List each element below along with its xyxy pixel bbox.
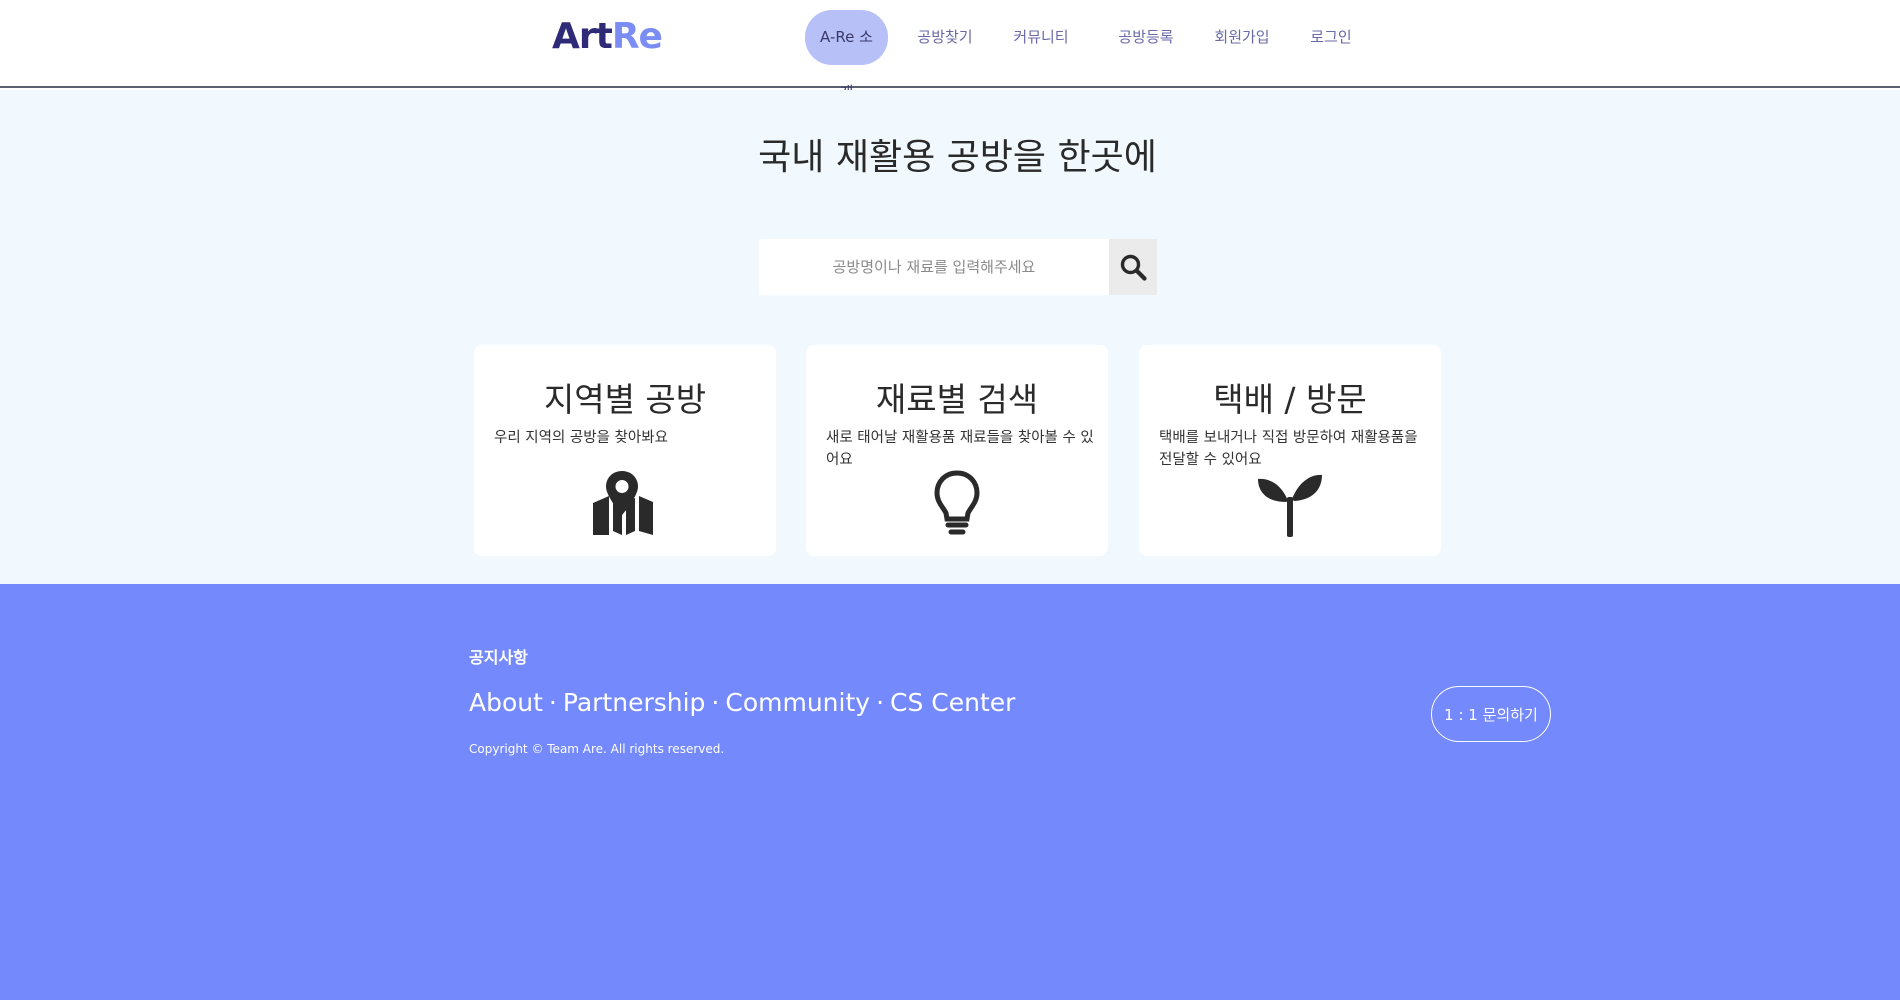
card-title: 지역별 공방 xyxy=(543,380,707,419)
card-title: 재료별 검색 xyxy=(875,380,1039,419)
footer-link-partnership[interactable]: Partnership xyxy=(563,688,706,717)
nav-item-community[interactable]: 커뮤니티 xyxy=(1008,10,1074,65)
nav-item-find-workshop[interactable]: 공방찾기 xyxy=(912,10,978,65)
search-button[interactable] xyxy=(1109,239,1157,295)
footer-link-separator: · xyxy=(548,688,557,717)
hero-title: 국내 재활용 공방을 한곳에 xyxy=(758,137,1157,178)
card-delivery-visit[interactable]: 택배 / 방문 택배를 보내거나 직접 방문하여 재활용품을 전달할 수 있어요 xyxy=(1139,345,1441,556)
card-description: 새로 태어날 재활용품 재료들을 찾아볼 수 있어요 xyxy=(826,430,1094,468)
footer-link-about[interactable]: About xyxy=(469,688,543,717)
logo-art: Art xyxy=(552,16,613,57)
copyright-text: Copyright © Team Are. All rights reserve… xyxy=(469,742,725,756)
hero-section: 국내 재활용 공방을 한곳에 지역별 공방 우리 지역의 공방을 찾아봐요 재료… xyxy=(0,90,1900,584)
site-header: ArtRe A-Re 소개 공방찾기 커뮤니티 공방등록 회원가입 로그인 xyxy=(0,0,1900,101)
card-title: 택배 / 방문 xyxy=(1213,380,1367,419)
search-input[interactable] xyxy=(759,239,1109,295)
map-pin-icon xyxy=(593,471,653,535)
card-description: 우리 지역의 공방을 찾아봐요 xyxy=(494,430,668,446)
footer-notice-link[interactable]: 공지사항 xyxy=(469,644,528,668)
search-icon xyxy=(1120,254,1147,281)
nav-item-register-workshop[interactable]: 공방등록 xyxy=(1113,10,1179,65)
footer-link-separator: · xyxy=(876,688,885,717)
footer-link-community[interactable]: Community xyxy=(725,688,870,717)
site-logo[interactable]: ArtRe xyxy=(552,16,663,57)
card-material-search[interactable]: 재료별 검색 새로 태어날 재활용품 재료들을 찾아볼 수 있어요 xyxy=(806,345,1108,556)
card-region-workshop[interactable]: 지역별 공방 우리 지역의 공방을 찾아봐요 xyxy=(474,345,776,556)
inquiry-button[interactable]: 1 : 1 문의하기 xyxy=(1431,686,1551,742)
card-description: 택배를 보내거나 직접 방문하여 재활용품을 전달할 수 있어요 xyxy=(1159,430,1418,468)
footer-link-cs-center[interactable]: CS Center xyxy=(890,688,1015,717)
logo-re: Re xyxy=(611,16,663,57)
nav-item-about[interactable]: A-Re 소개 xyxy=(805,10,888,101)
lightbulb-icon xyxy=(934,470,980,535)
footer-link-separator: · xyxy=(711,688,720,717)
footer-links: About · Partnership · Community · CS Center xyxy=(469,688,1015,717)
sprout-icon xyxy=(1258,474,1322,537)
nav-item-login[interactable]: 로그인 xyxy=(1306,10,1356,65)
search-bar xyxy=(759,239,1157,295)
nav-item-signup[interactable]: 회원가입 xyxy=(1209,10,1275,65)
site-footer: 공지사항 About · Partnership · Community · CS Cent… xyxy=(0,584,1900,1000)
